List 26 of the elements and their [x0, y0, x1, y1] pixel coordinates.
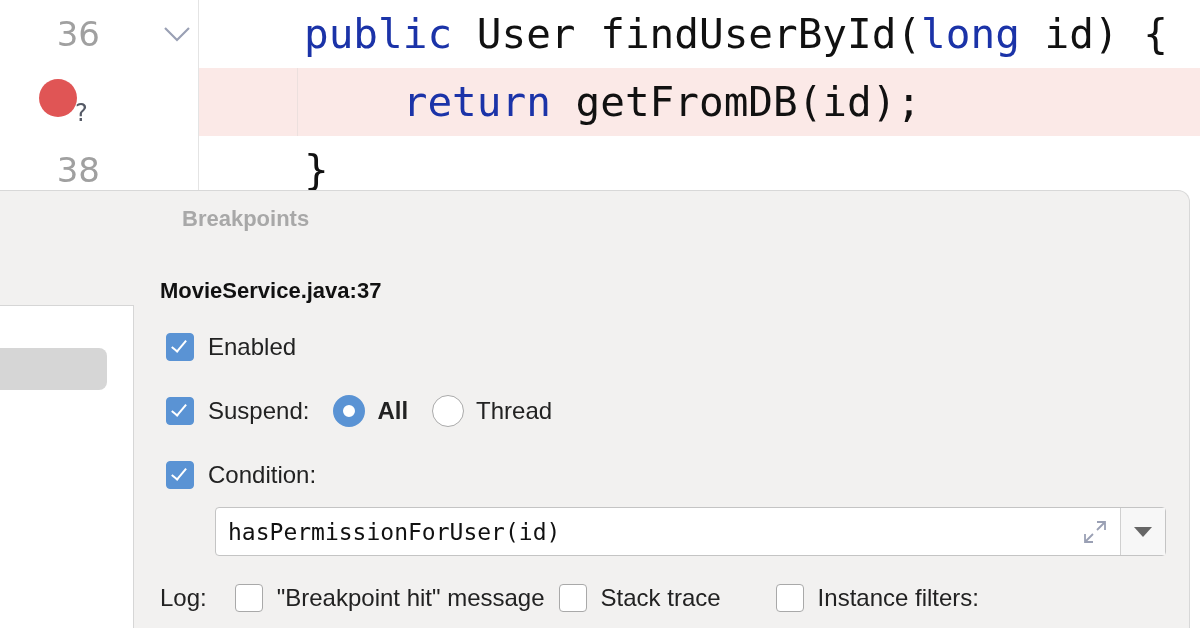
radio-label: Thread	[476, 397, 553, 425]
checkbox-label: Enabled	[208, 333, 297, 361]
line-number: 38	[55, 150, 100, 190]
breakpoint-location: MovieService.java:37	[160, 278, 382, 303]
checkbox[interactable]	[558, 584, 587, 612]
checkbox-label: Stack trace	[600, 584, 721, 612]
radio-button[interactable]	[333, 395, 366, 427]
breakpoint-icon[interactable]	[38, 78, 78, 118]
checkbox-label: "Breakpoint hit" message	[276, 584, 545, 612]
checkbox[interactable]	[166, 333, 194, 361]
radio-button[interactable]	[432, 395, 465, 427]
checkbox[interactable]	[234, 584, 263, 612]
line-number: 36	[55, 14, 100, 54]
checkbox[interactable]	[166, 461, 194, 489]
code-line: public User findUserById(long id) {	[304, 10, 1168, 58]
checkbox[interactable]	[775, 584, 804, 612]
checkbox-label: Instance filters:	[817, 584, 979, 612]
checkbox-label: Suspend:	[208, 397, 310, 425]
checkbox[interactable]	[166, 397, 194, 425]
radio-label: All	[377, 397, 409, 425]
dialog-title: Breakpoints	[182, 206, 310, 231]
fold-icon[interactable]	[163, 26, 191, 42]
checkbox-label: Condition:	[208, 461, 317, 489]
code-line: return getFromDB(id);	[401, 78, 922, 126]
question-mark-text: ?	[75, 101, 88, 125]
log-label: Log:	[160, 584, 207, 612]
